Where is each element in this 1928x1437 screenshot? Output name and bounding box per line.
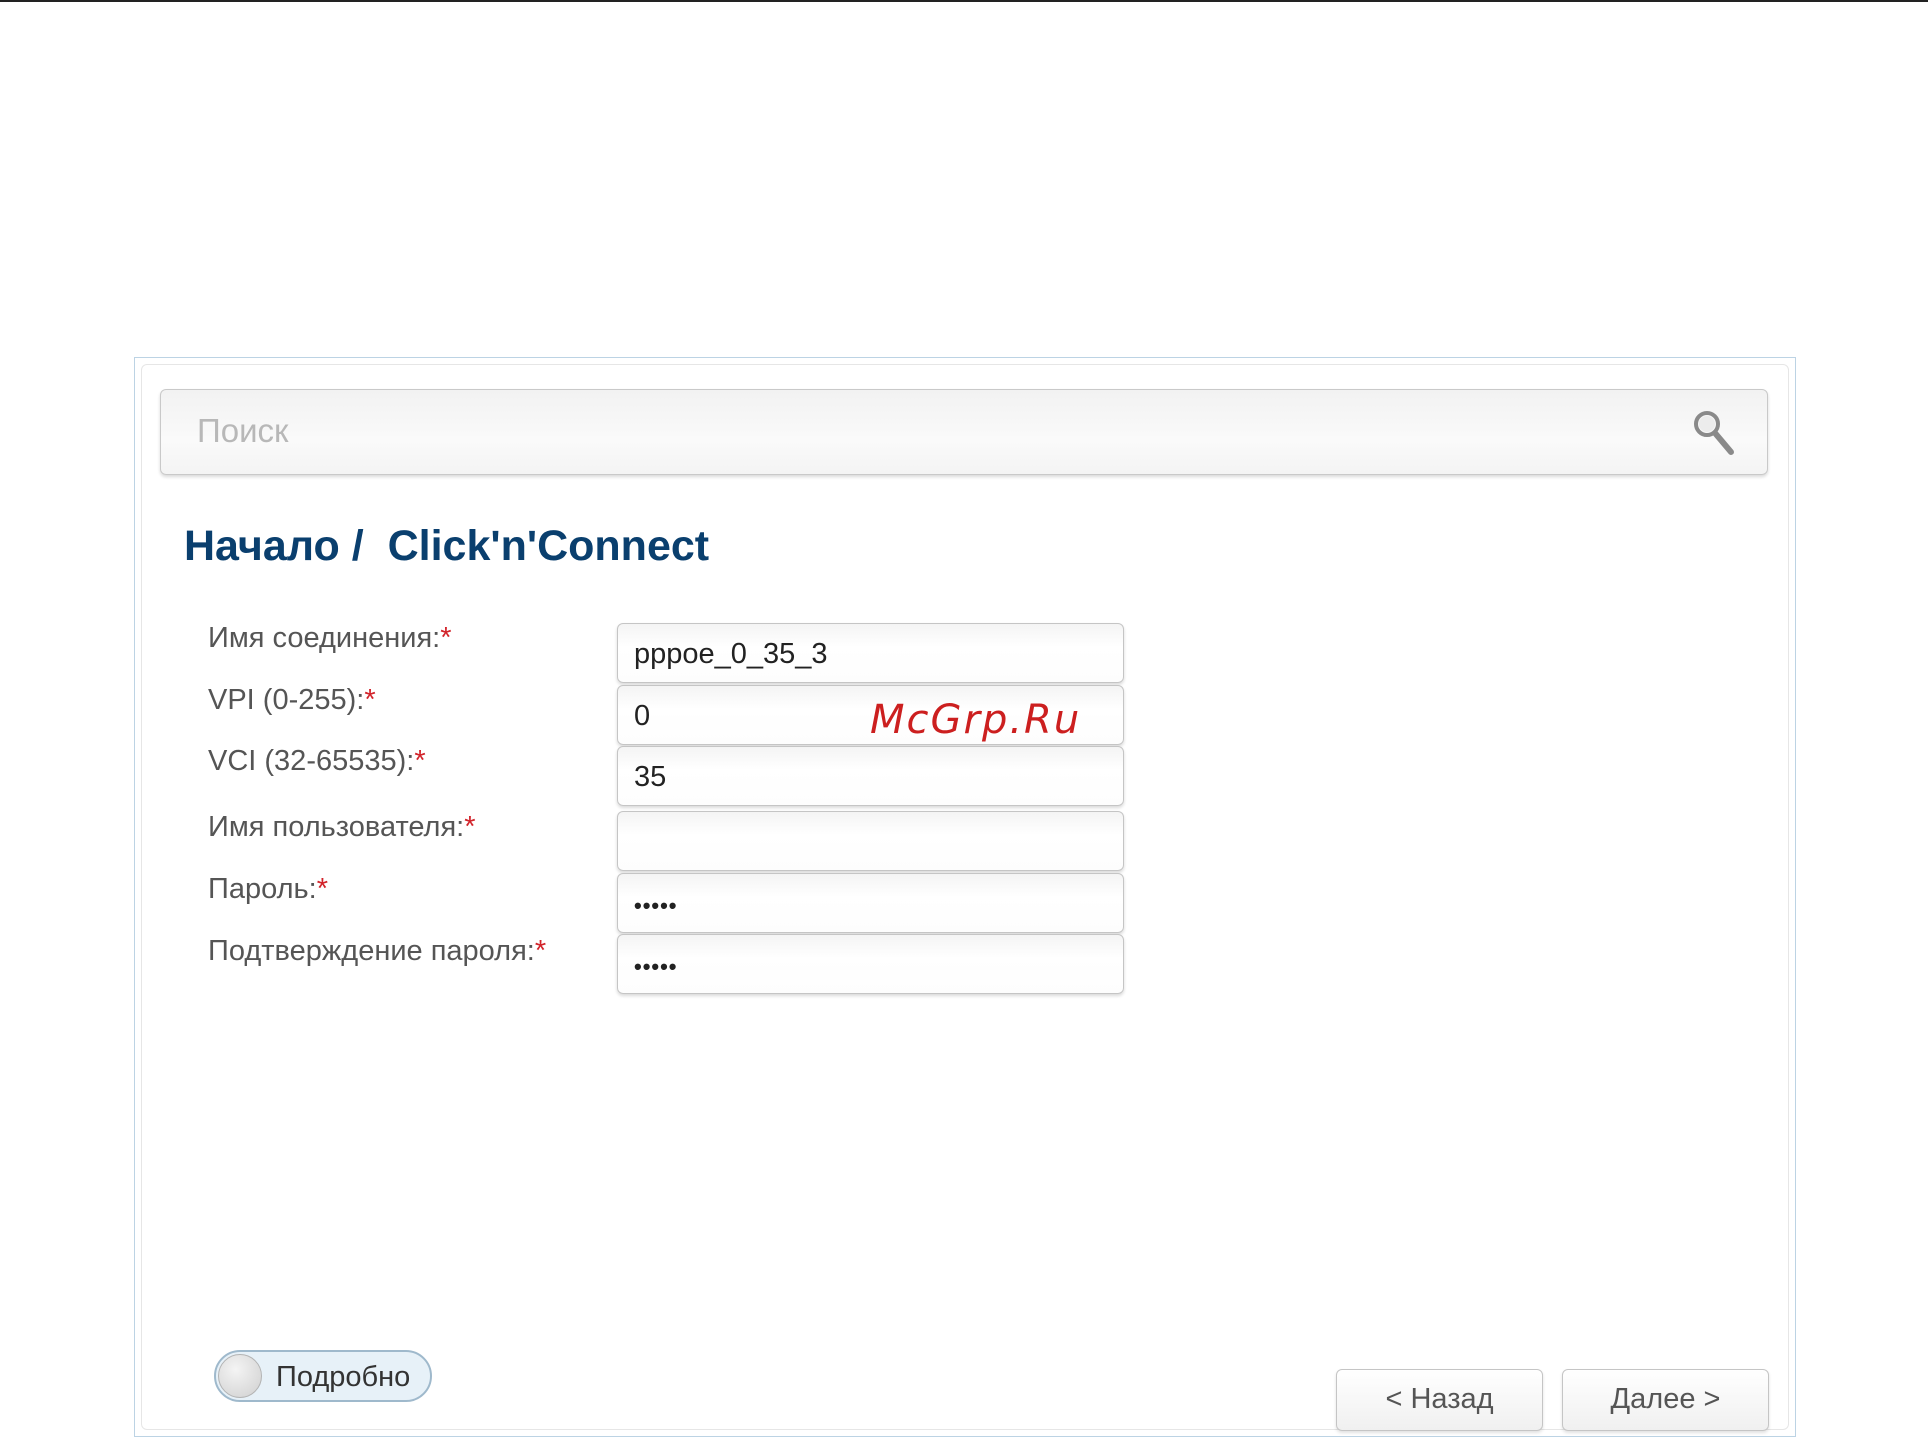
required-mark: * xyxy=(464,811,476,843)
label-username: Имя пользователя:* xyxy=(208,811,476,843)
password-confirm-field[interactable]: ••••• xyxy=(617,934,1124,994)
password-value: ••••• xyxy=(634,893,678,918)
password-field[interactable]: ••••• xyxy=(617,873,1124,933)
connection-name-field[interactable]: pppoe_0_35_3 xyxy=(617,623,1124,683)
breadcrumb-separator: / xyxy=(339,522,376,570)
required-mark: * xyxy=(316,873,328,905)
username-field[interactable] xyxy=(617,811,1124,871)
label-connection-name: Имя соединения:* xyxy=(208,622,452,654)
label-vpi: VPI (0-255):* xyxy=(208,684,376,716)
required-mark: * xyxy=(534,935,547,967)
breadcrumb-current: Click'n'Connect xyxy=(387,522,710,570)
vci-value: 35 xyxy=(634,761,667,793)
label-password-confirm: Подтверждение пароля:* xyxy=(208,935,547,967)
details-toggle[interactable]: Подробно xyxy=(214,1350,432,1402)
required-mark: * xyxy=(414,745,426,777)
watermark: McGrp.Ru xyxy=(870,697,1082,743)
back-button[interactable]: < Назад xyxy=(1336,1369,1543,1431)
page-title: Начало / Click'n'Connect xyxy=(184,522,709,571)
label-password: Пароль:* xyxy=(208,873,328,905)
breadcrumb-home[interactable]: Начало xyxy=(184,522,340,570)
required-mark: * xyxy=(440,622,452,654)
top-rule xyxy=(0,0,1928,2)
vpi-value: 0 xyxy=(634,700,651,732)
required-mark: * xyxy=(364,684,376,716)
label-vci: VCI (32-65535):* xyxy=(208,745,426,777)
search-input[interactable]: Поиск xyxy=(197,412,288,450)
connection-name-value: pppoe_0_35_3 xyxy=(634,638,828,670)
search-icon[interactable] xyxy=(1691,408,1737,458)
search-bar[interactable]: Поиск xyxy=(160,389,1768,475)
next-button[interactable]: Далее > xyxy=(1562,1369,1769,1431)
password-confirm-value: ••••• xyxy=(634,954,678,979)
vci-field[interactable]: 35 xyxy=(617,746,1124,806)
toggle-label: Подробно xyxy=(276,1361,411,1393)
toggle-knob[interactable] xyxy=(218,1354,262,1398)
